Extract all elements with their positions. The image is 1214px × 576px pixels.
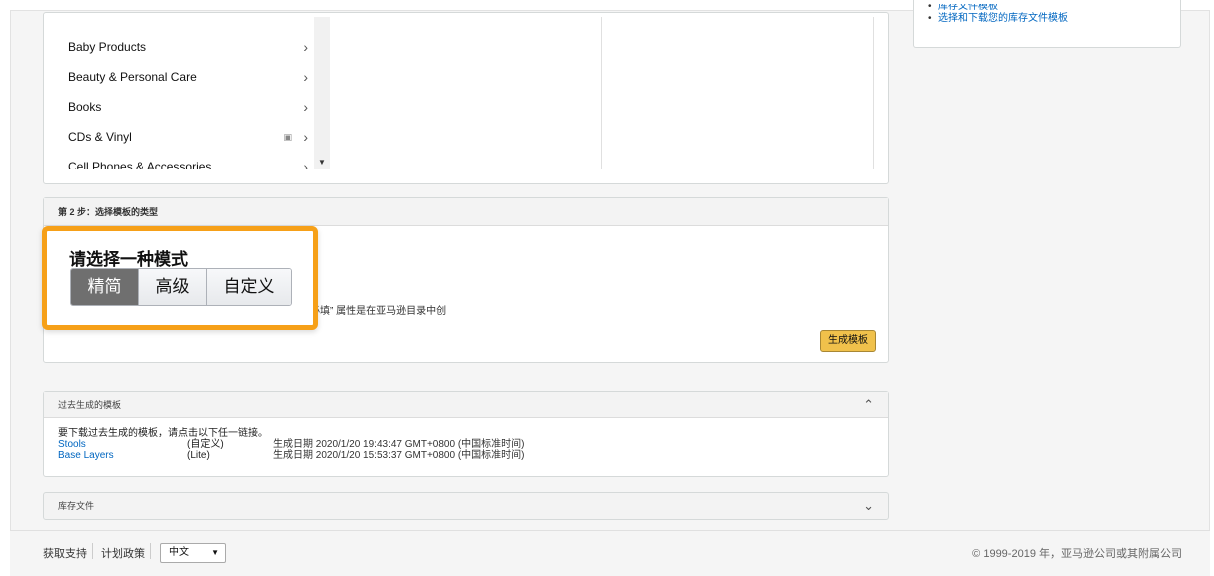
copyright-text: © 1999-2019 年，亚马逊公司或其附属公司 xyxy=(972,548,1182,560)
category-label: CDs & Vinyl xyxy=(68,130,132,144)
help-link-select-download[interactable]: 选择和下载您的库存文件模板 xyxy=(928,12,1180,26)
footer-divider xyxy=(92,543,93,559)
chevron-down-icon[interactable]: ⌄ xyxy=(863,493,874,519)
lock-icon: ▣ xyxy=(283,132,292,142)
template-link-stools[interactable]: Stools xyxy=(58,439,187,450)
category-label: Cell Phones & Accessories xyxy=(68,160,212,169)
step2-header: 第 2 步：选择模板的类型 xyxy=(44,198,888,226)
past-templates-panel: 过去生成的模板 ⌃ 要下载过去生成的模板，请点击以下任一链接。 Stools (… xyxy=(43,391,889,477)
footer-policy-link[interactable]: 计划政策 xyxy=(101,545,145,561)
category-browser-panel: Baby Products › Beauty & Personal Care ›… xyxy=(43,12,889,184)
chevron-right-icon: › xyxy=(303,69,308,85)
caret-down-icon: ▼ xyxy=(211,548,219,557)
template-date: 生成日期 2020/1/20 15:53:37 GMT+0800 (中国标准时间… xyxy=(273,450,525,461)
category-scrollbar[interactable]: ▼ xyxy=(314,17,330,169)
category-item-cds-vinyl[interactable]: CDs & Vinyl ▣ › xyxy=(68,122,312,152)
category-label: Baby Products xyxy=(68,40,147,54)
chevron-right-icon: › xyxy=(303,39,308,55)
help-box: 库存文件模板 选择和下载您的库存文件模板 xyxy=(913,0,1181,48)
table-row: Base Layers (Lite) 生成日期 2020/1/20 15:53:… xyxy=(58,450,874,461)
mode-option-custom[interactable]: 自定义 xyxy=(207,269,291,305)
mode-title: 请选择一种模式 xyxy=(69,250,188,269)
category-label: Beauty & Personal Care xyxy=(68,70,197,84)
footer: 获取支持 计划政策 中文 ▼ © 1999-2019 年，亚马逊公司或其附属公司 xyxy=(10,530,1210,576)
footer-support-link[interactable]: 获取支持 xyxy=(43,545,87,561)
past-templates-body: 要下载过去生成的模板，请点击以下任一链接。 Stools (自定义) 生成日期 … xyxy=(44,418,888,471)
mode-option-advanced[interactable]: 高级 xyxy=(139,269,207,305)
past-templates-header[interactable]: 过去生成的模板 ⌃ xyxy=(44,392,888,418)
mode-selector-highlight: 请选择一种模式 精简 高级 自定义 xyxy=(42,226,318,330)
category-browser: Baby Products › Beauty & Personal Care ›… xyxy=(62,17,874,169)
mode-segmented-control: 精简 高级 自定义 xyxy=(70,268,292,306)
template-mode: (Lite) xyxy=(187,450,210,461)
category-column-2 xyxy=(330,17,602,169)
language-value: 中文 xyxy=(169,547,189,558)
inventory-files-title: 库存文件 xyxy=(58,501,95,511)
chevron-right-icon: › xyxy=(303,159,308,169)
category-column-3 xyxy=(602,17,873,169)
past-templates-intro: 要下载过去生成的模板，请点击以下任一链接。 xyxy=(58,428,268,439)
scroll-down-icon[interactable]: ▼ xyxy=(318,158,326,167)
template-date: 生成日期 2020/1/20 19:43:47 GMT+0800 (中国标准时间… xyxy=(273,439,525,450)
step2-note: 必填” 属性是在亚马逊目录中创 xyxy=(310,306,447,317)
category-item-baby-products[interactable]: Baby Products › xyxy=(68,32,312,62)
help-link-inventory-templates[interactable]: 库存文件模板 xyxy=(928,4,1180,12)
mode-option-lite[interactable]: 精简 xyxy=(71,269,139,305)
language-select[interactable]: 中文 ▼ xyxy=(160,543,226,563)
template-mode: (自定义) xyxy=(187,439,224,450)
category-item-books[interactable]: Books › xyxy=(68,92,312,122)
template-link-base-layers[interactable]: Base Layers xyxy=(58,450,187,461)
footer-divider xyxy=(150,543,151,559)
chevron-right-icon: › xyxy=(303,129,308,145)
category-item-beauty[interactable]: Beauty & Personal Care › xyxy=(68,62,312,92)
chevron-up-icon[interactable]: ⌃ xyxy=(863,392,874,418)
inventory-files-panel[interactable]: 库存文件 ⌄ xyxy=(43,492,889,520)
table-row: Stools (自定义) 生成日期 2020/1/20 19:43:47 GMT… xyxy=(58,439,874,450)
chevron-right-icon: › xyxy=(303,99,308,115)
category-label: Books xyxy=(68,100,102,114)
category-item-cell-phones[interactable]: Cell Phones & Accessories › xyxy=(68,152,312,169)
generate-template-button[interactable]: 生成模板 xyxy=(820,330,876,352)
category-column-1: Baby Products › Beauty & Personal Care ›… xyxy=(62,17,330,169)
past-templates-title: 过去生成的模板 xyxy=(58,400,122,410)
